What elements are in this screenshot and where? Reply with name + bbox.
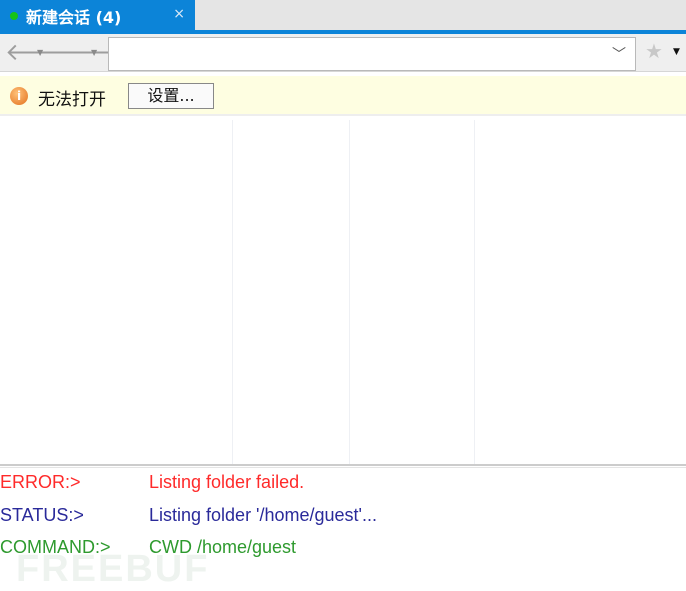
tab-title: 新建会话 (4): [26, 7, 122, 27]
connection-status-icon: [10, 11, 18, 20]
navigation-toolbar: 🡐 ▼ 🡒 ▼ ﹀ ★ ▼: [0, 34, 686, 72]
back-dropdown-icon[interactable]: ▼: [37, 48, 43, 57]
address-input[interactable]: [108, 37, 636, 71]
column-divider[interactable]: [349, 120, 350, 464]
settings-button[interactable]: 设置...: [128, 83, 214, 109]
tab-new-session[interactable]: 新建会话 (4) ×: [0, 0, 195, 31]
log-type: ERROR:>: [0, 472, 81, 492]
log-message: Listing folder '/home/guest'...: [149, 504, 377, 525]
pane-splitter[interactable]: [0, 464, 686, 468]
tab-bar: 新建会话 (4) ×: [0, 0, 686, 31]
watermark: FREEBUF: [16, 548, 210, 590]
info-message: 无法打开: [38, 90, 106, 110]
file-list[interactable]: [0, 120, 686, 464]
column-divider[interactable]: [474, 120, 475, 464]
close-tab-icon[interactable]: ×: [173, 6, 185, 22]
info-icon: i: [10, 87, 28, 105]
bookmark-star-icon[interactable]: ★: [645, 39, 663, 63]
bookmark-dropdown-icon[interactable]: ▼: [673, 47, 680, 57]
log-row-error: ERROR:> Listing folder failed.: [0, 470, 686, 503]
log-row-status: STATUS:> Listing folder '/home/guest'...: [0, 503, 686, 536]
column-divider[interactable]: [232, 120, 233, 464]
forward-dropdown-icon[interactable]: ▼: [91, 48, 97, 57]
log-message: Listing folder failed.: [149, 472, 305, 492]
log-type: STATUS:>: [0, 504, 84, 525]
info-bar: i 无法打开 设置...: [0, 76, 686, 116]
